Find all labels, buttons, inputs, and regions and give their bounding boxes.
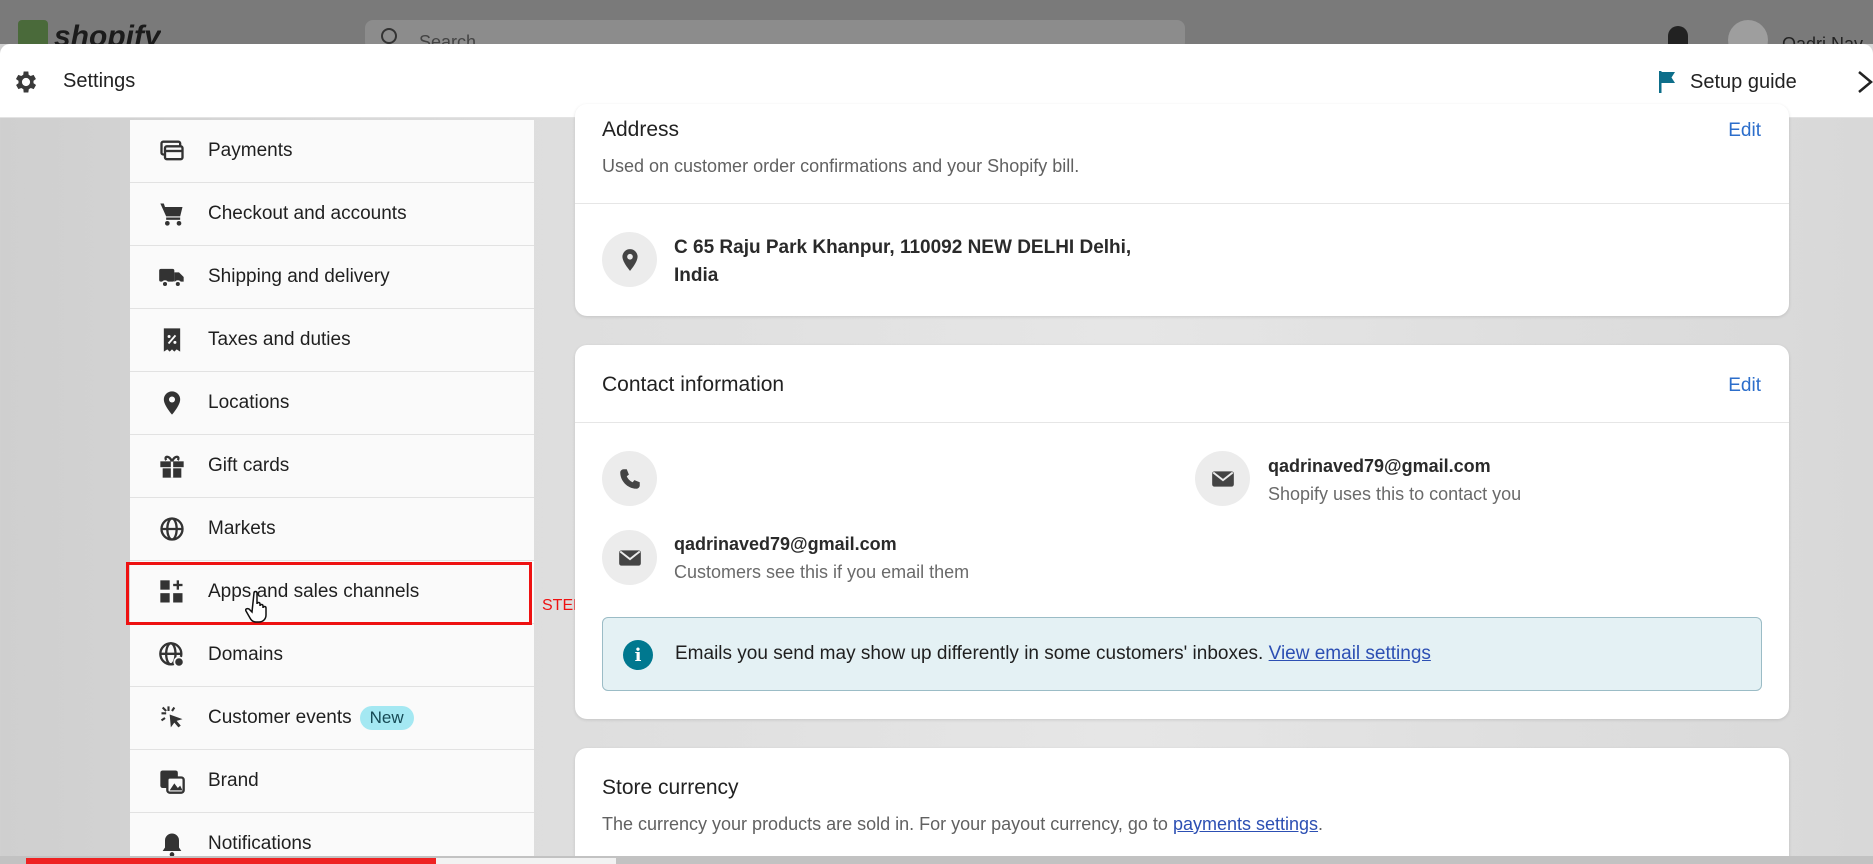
sidebar-item-label: Apps and sales channels <box>208 581 420 602</box>
contact-card: Contact information Edit qadrinaved79@gm… <box>575 345 1789 719</box>
sidebar-item-label: Markets <box>208 518 276 539</box>
new-badge: New <box>359 706 414 730</box>
globe-icon <box>157 514 187 544</box>
mail-icon <box>602 530 657 585</box>
currency-text: The currency your products are sold in. … <box>602 814 1168 834</box>
currency-title: Store currency <box>602 776 739 799</box>
shopify-logo: shopify <box>18 20 161 44</box>
brand-name: shopify <box>54 20 161 44</box>
currency-suffix: . <box>1318 814 1324 834</box>
admin-topbar: shopify Search Qadri Nav <box>0 0 1873 60</box>
sidebar-item-label: Payments <box>208 140 293 161</box>
sidebar-item-label: Gift cards <box>208 455 290 476</box>
phone-icon <box>602 451 657 506</box>
contact-edit-link[interactable]: Edit <box>1728 375 1761 397</box>
flag-icon <box>1659 71 1675 93</box>
cursor-click-icon <box>157 703 187 733</box>
sidebar-item-label: Customer events New <box>208 706 414 730</box>
sidebar-item-domains[interactable]: Domains <box>130 624 534 687</box>
address-edit-link[interactable]: Edit <box>1728 120 1761 142</box>
divider <box>575 203 1789 204</box>
customer-email-note: Customers see this if you email them <box>674 562 970 582</box>
mail-icon <box>1195 451 1250 506</box>
address-subtitle: Used on customer order confirmations and… <box>602 156 1080 176</box>
sidebar-item-shipping[interactable]: Shipping and delivery <box>130 246 534 309</box>
sidebar-item-markets[interactable]: Markets <box>130 498 534 561</box>
sidebar-item-label: Locations <box>208 392 290 413</box>
sidebar-item-text: Customer events <box>208 707 352 728</box>
progress-played <box>26 858 436 864</box>
sidebar-item-label: Checkout and accounts <box>208 203 407 224</box>
receipt-percent-icon <box>157 325 187 355</box>
shopify-bag-icon <box>18 20 48 44</box>
sidebar-item-locations[interactable]: Locations <box>130 372 534 435</box>
hand-cursor-icon <box>245 590 267 623</box>
sidebar-item-brand[interactable]: Brand <box>130 750 534 813</box>
setup-guide-button[interactable]: Setup guide <box>1656 66 1797 98</box>
payments-settings-link[interactable]: payments settings <box>1173 814 1318 834</box>
sidebar-item-payments[interactable]: Payments <box>130 120 534 183</box>
sidebar-item-gift-cards[interactable]: Gift cards <box>130 435 534 498</box>
info-icon: i <box>623 640 653 670</box>
close-icon[interactable] <box>1855 66 1873 98</box>
address-card: Address Edit Used on customer order conf… <box>575 104 1789 316</box>
sidebar-item-label: Taxes and duties <box>208 329 351 350</box>
page-title: Settings <box>63 70 136 92</box>
gear-icon <box>15 71 37 93</box>
banner-message: Emails you send may show up differently … <box>675 643 1431 665</box>
divider <box>575 422 1789 423</box>
location-pin-icon <box>157 388 187 418</box>
bell-icon <box>157 829 187 859</box>
truck-icon <box>157 262 187 292</box>
store-email: qadrinaved79@gmail.com <box>1268 456 1491 476</box>
location-pin-icon <box>602 232 657 287</box>
cart-icon <box>157 199 187 229</box>
view-email-settings-link[interactable]: View email settings <box>1269 643 1431 664</box>
customer-email: qadrinaved79@gmail.com <box>674 534 897 554</box>
progress-buffered <box>436 858 616 864</box>
address-title: Address <box>602 118 680 141</box>
sidebar-item-customer-events[interactable]: Customer events New <box>130 687 534 750</box>
sidebar-item-taxes[interactable]: Taxes and duties <box>130 309 534 372</box>
sidebar-item-label: Shipping and delivery <box>208 266 390 287</box>
settings-sidebar: Payments Checkout and accounts Shipping … <box>130 120 534 864</box>
currency-description: The currency your products are sold in. … <box>602 814 1323 835</box>
sidebar-item-checkout[interactable]: Checkout and accounts <box>130 183 534 246</box>
address-line-2: India <box>674 265 719 286</box>
store-currency-card: Store currency The currency your product… <box>575 748 1789 864</box>
payments-icon <box>157 136 187 166</box>
address-line-1: C 65 Raju Park Khanpur, 110092 NEW DELHI… <box>674 237 1132 258</box>
setup-guide-label: Setup guide <box>1690 70 1797 93</box>
sidebar-item-label: Notifications <box>208 833 312 854</box>
gift-icon <box>157 451 187 481</box>
banner-text: Emails you send may show up differently … <box>675 643 1264 664</box>
sidebar-item-label: Domains <box>208 644 283 665</box>
store-email-note: Shopify uses this to contact you <box>1268 484 1522 504</box>
apps-icon <box>157 577 187 607</box>
sidebar-item-apps[interactable]: Apps and sales channels <box>130 561 534 624</box>
domains-globe-icon <box>157 640 187 670</box>
brand-icon <box>157 766 187 796</box>
contact-title: Contact information <box>602 373 785 396</box>
sidebar-item-label: Brand <box>208 770 259 791</box>
search-icon <box>381 28 397 44</box>
email-info-banner: i Emails you send may show up differentl… <box>602 617 1762 691</box>
